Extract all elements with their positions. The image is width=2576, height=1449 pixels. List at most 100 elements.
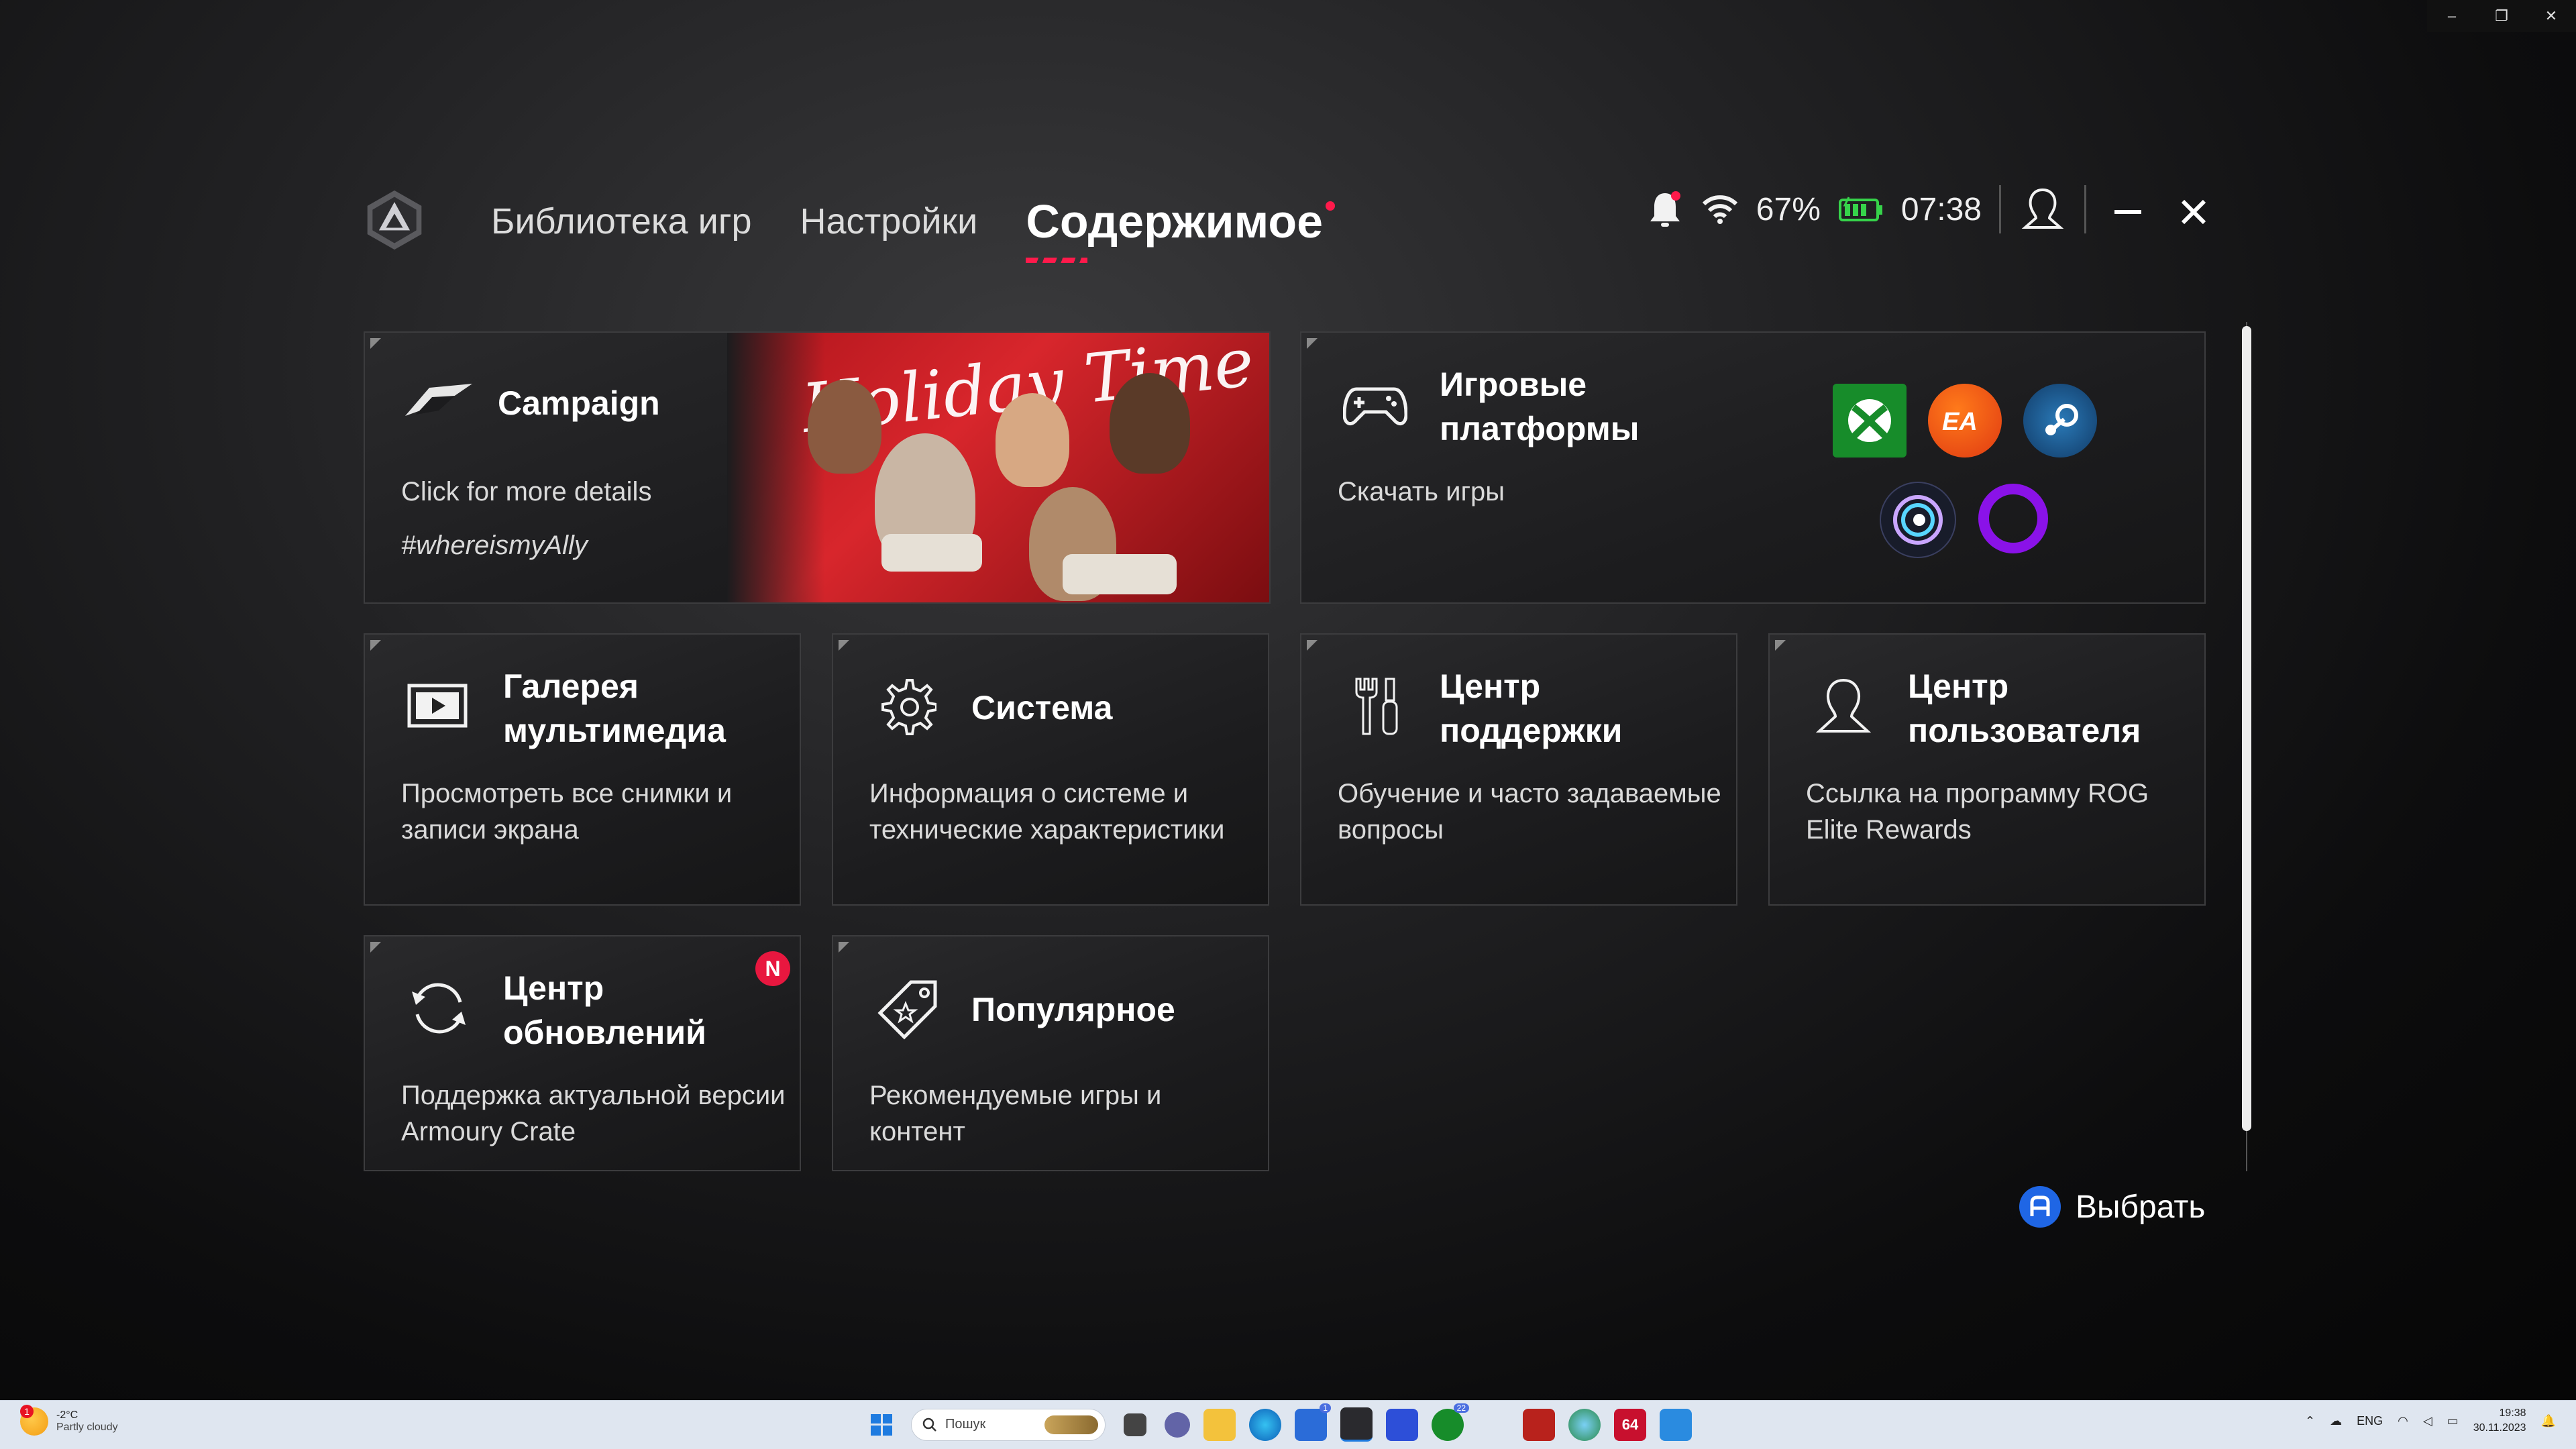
- volume-icon[interactable]: ◁: [2423, 1414, 2432, 1428]
- xbox-app-icon[interactable]: 22: [1432, 1403, 1469, 1441]
- window-controls: – ❐ ✕: [2427, 0, 2576, 32]
- close-button[interactable]: [2174, 192, 2214, 232]
- handheld-device-image: [881, 534, 982, 572]
- status-bar: 67% 07:38: [1646, 185, 2086, 233]
- file-explorer-icon[interactable]: [1203, 1408, 1236, 1441]
- divider: [2084, 185, 2086, 233]
- task-view-icon[interactable]: [1124, 1413, 1146, 1436]
- weather-temp: -2°C: [56, 1409, 78, 1421]
- taskbar-search[interactable]: Пошук: [911, 1408, 1106, 1441]
- popular-title: Популярное: [971, 991, 1175, 1028]
- user-center-card[interactable]: Центр пользователя Ссылка на программу R…: [1768, 633, 2206, 906]
- tab-game-library[interactable]: Библиотека игр: [491, 195, 752, 248]
- campaign-banner-image: Holiday Time: [727, 333, 1269, 602]
- language-indicator[interactable]: ENG: [2357, 1414, 2383, 1428]
- scrollbar-thumb[interactable]: [2242, 326, 2251, 1131]
- app-icon[interactable]: [1386, 1408, 1418, 1441]
- weather-widget[interactable]: 1 -2°C Partly cloudy: [20, 1405, 118, 1436]
- search-highlight-icon: [1044, 1415, 1098, 1434]
- close-window-button[interactable]: ✕: [2526, 0, 2576, 32]
- card-corner-mark: [839, 640, 849, 651]
- media-play-icon: [407, 684, 468, 728]
- globe-app-icon[interactable]: [1568, 1408, 1601, 1441]
- minimize-window-button[interactable]: –: [2427, 0, 2477, 32]
- update-center-title: Центр обновлений: [503, 969, 706, 1051]
- battery-percent: 67%: [1756, 191, 1821, 227]
- card-corner-mark: [1775, 640, 1786, 651]
- chevron-up-icon[interactable]: ⌃: [2305, 1414, 2315, 1428]
- card-corner-mark: [1307, 338, 1318, 349]
- select-hint: Выбрать: [2019, 1186, 2205, 1228]
- windows-start-icon[interactable]: [865, 1409, 898, 1441]
- app-icon[interactable]: [1477, 1409, 1509, 1441]
- a-button-icon: [2019, 1186, 2061, 1228]
- popular-desc: Рекомендуемые игры и контент: [869, 1081, 1162, 1146]
- taskbar-time: 19:38: [2499, 1407, 2526, 1419]
- aida64-label: 64: [1621, 1415, 1639, 1433]
- system-desc: Информация о системе и технические харак…: [869, 779, 1225, 845]
- chat-icon[interactable]: [1165, 1411, 1190, 1438]
- search-placeholder: Пошук: [945, 1417, 986, 1432]
- gallery-desc: Просмотреть все снимки и записи экрана: [401, 779, 733, 845]
- ubisoft-logo-icon[interactable]: [1880, 482, 1956, 558]
- campaign-card[interactable]: Campaign Click for more details #whereis…: [364, 331, 1271, 604]
- edge-icon[interactable]: [1249, 1408, 1281, 1441]
- taskbar-clock[interactable]: 19:38 30.11.2023: [2473, 1406, 2526, 1436]
- tag-star-icon: [877, 980, 937, 1040]
- origin-logo-icon[interactable]: [1976, 482, 2050, 555]
- media-gallery-card[interactable]: Галерея мультимедиа Просмотреть все сним…: [364, 633, 801, 906]
- select-label: Выбрать: [2076, 1189, 2206, 1225]
- new-badge: N: [755, 951, 790, 986]
- search-icon: [922, 1417, 936, 1432]
- main-nav: Библиотека игр Настройки Содержимое: [491, 195, 1336, 263]
- rog-eye-icon: [405, 384, 472, 416]
- user-center-desc: Ссылка на программу ROG Elite Rewards: [1806, 779, 2149, 845]
- bell-icon[interactable]: [1646, 189, 1684, 229]
- new-badge-label: N: [765, 956, 781, 981]
- system-card[interactable]: Система Информация о системе и техническ…: [832, 633, 1269, 906]
- card-corner-mark: [1307, 640, 1318, 651]
- user-center-title: Центр пользователя: [1908, 667, 2141, 749]
- handheld-device-image: [1063, 554, 1177, 594]
- system-title: Система: [971, 689, 1113, 727]
- tab-content[interactable]: Содержимое: [1026, 195, 1336, 263]
- update-center-desc: Поддержка актуальной версии Armoury Crat…: [401, 1081, 786, 1146]
- tools-icon: [1355, 678, 1398, 735]
- svg-text:EA: EA: [1942, 408, 1978, 434]
- xbox-logo-icon[interactable]: [1833, 384, 1907, 458]
- app-icon[interactable]: [1523, 1408, 1555, 1441]
- tab-settings[interactable]: Настройки: [800, 195, 978, 248]
- update-center-card[interactable]: Центр обновлений Поддержка актуальной ве…: [364, 935, 801, 1171]
- support-desc: Обучение и часто задаваемые вопросы: [1338, 779, 1721, 845]
- person-figure: [1110, 373, 1190, 474]
- armoury-crate-taskbar-icon[interactable]: [1340, 1407, 1373, 1442]
- wifi-icon: [1702, 195, 1737, 224]
- weather-desc: Partly cloudy: [56, 1421, 118, 1433]
- ea-logo-icon[interactable]: EA: [1928, 384, 2002, 458]
- app-badge: 1: [1320, 1403, 1331, 1413]
- support-center-card[interactable]: Центр поддержки Обучение и часто задавае…: [1300, 633, 1737, 906]
- restore-window-button[interactable]: ❐: [2477, 0, 2526, 32]
- taskbar: 1 -2°C Partly cloudy Пошук 1 22 64 ⌃ ☁ E…: [0, 1400, 2576, 1449]
- minimize-button[interactable]: [2108, 192, 2148, 232]
- refresh-icon: [412, 983, 466, 1034]
- user-icon: [1815, 678, 1872, 733]
- steam-logo-icon[interactable]: [2023, 384, 2097, 458]
- platforms-desc: Скачать игры: [1338, 477, 1505, 506]
- notification-dot: [1326, 201, 1336, 211]
- wifi-tray-icon[interactable]: ◠: [2398, 1414, 2408, 1428]
- onedrive-icon[interactable]: ☁: [2330, 1414, 2342, 1428]
- gallery-title: Галерея мультимедиа: [503, 667, 726, 749]
- notification-center-icon[interactable]: 🔔: [2541, 1414, 2556, 1428]
- weather-icon: 1: [20, 1405, 48, 1436]
- user-profile-icon[interactable]: [2019, 186, 2067, 233]
- game-platforms-card[interactable]: Игровые платформы Скачать игры EA: [1300, 331, 2206, 604]
- popular-card[interactable]: Популярное Рекомендуемые игры и контент: [832, 935, 1269, 1171]
- active-tab-underline: [1026, 258, 1088, 263]
- aida64-icon[interactable]: 64: [1614, 1408, 1646, 1441]
- taskbar-date: 30.11.2023: [2473, 1422, 2526, 1434]
- store-icon[interactable]: 1: [1295, 1403, 1331, 1441]
- app-icon[interactable]: [1660, 1408, 1692, 1441]
- divider: [1999, 185, 2001, 233]
- battery-tray-icon[interactable]: ▭: [2447, 1414, 2459, 1428]
